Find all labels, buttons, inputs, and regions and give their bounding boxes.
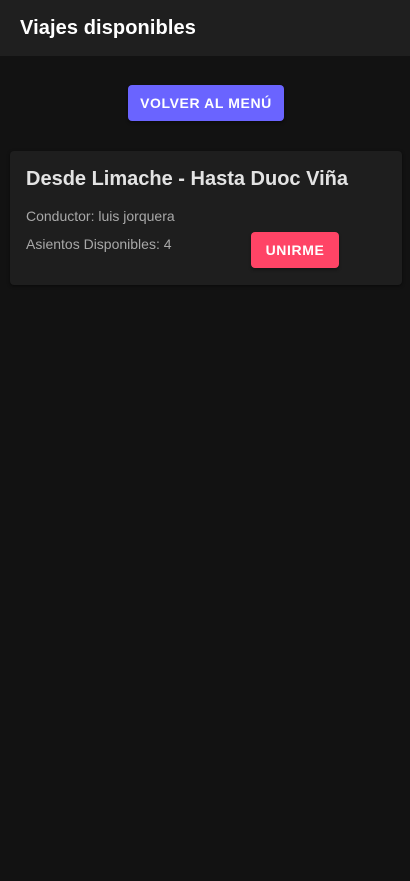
seats-count: 4 xyxy=(163,236,172,252)
page-title: Viajes disponibles xyxy=(20,16,196,39)
trip-driver: Conductor: luis jorquera xyxy=(26,208,175,224)
app-header: Viajes disponibles xyxy=(0,0,410,56)
driver-label: Conductor: xyxy=(26,208,95,224)
seats-label: Asientos Disponibles: xyxy=(26,236,160,252)
trip-title: Desde Limache - Hasta Duoc Viña xyxy=(26,168,348,190)
trip-seats: Asientos Disponibles: 4 xyxy=(26,236,172,252)
driver-name: luis jorquera xyxy=(98,208,175,224)
back-to-menu-button[interactable]: VOLVER AL MENÚ xyxy=(128,85,284,121)
join-trip-button[interactable]: UNIRME xyxy=(251,232,339,268)
trip-card: Desde Limache - Hasta Duoc Viña Conducto… xyxy=(10,151,402,285)
